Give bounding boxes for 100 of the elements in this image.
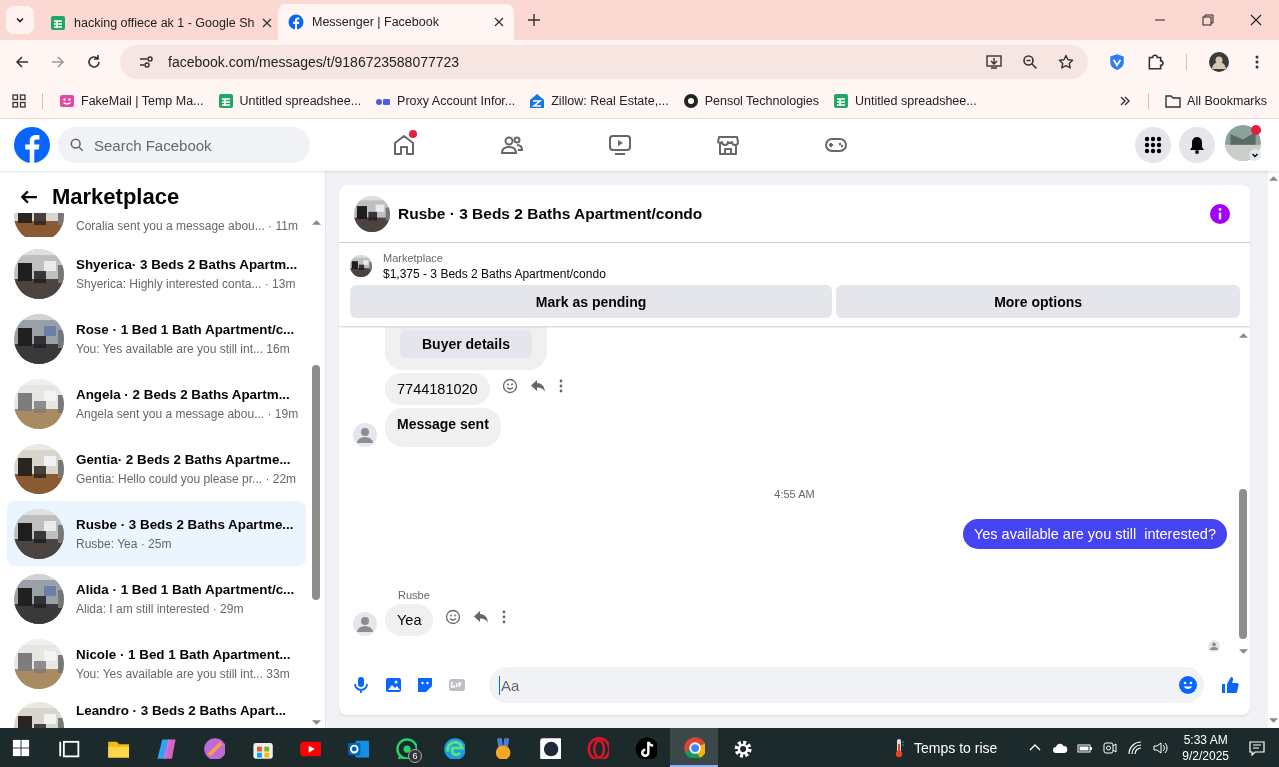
reply-icon[interactable]: [529, 377, 546, 394]
bookmark-label: FakeMail | Temp Ma...: [81, 94, 204, 108]
clock[interactable]: 5:33 AM 9/2/2025: [1182, 731, 1229, 764]
scrollbar-thumb[interactable]: [1239, 489, 1247, 639]
image-icon[interactable]: [383, 675, 403, 695]
bookmark[interactable]: Pensol Technologies: [682, 93, 820, 109]
back-icon[interactable]: [14, 54, 30, 70]
wifi-icon[interactable]: [1127, 739, 1144, 756]
more-icon[interactable]: [557, 377, 564, 394]
bookmark[interactable]: Proxy Account Infor...: [375, 93, 516, 109]
all-bookmarks-button[interactable]: All Bookmarks: [1165, 93, 1267, 109]
back-icon[interactable]: [20, 188, 38, 206]
start-icon[interactable]: [12, 738, 30, 757]
conversation-item[interactable]: Angela · 2 Beds 2 Baths Apartm... Angela sent you a message abou... · 19m: [7, 371, 306, 436]
new-tab-icon[interactable]: [528, 14, 540, 26]
bookmark-label: Untitled spreadshee...: [855, 94, 977, 108]
taskbar-app[interactable]: 6: [382, 728, 430, 767]
page-scrollbar[interactable]: [1268, 171, 1279, 728]
browser-tab[interactable]: Messenger | Facebook: [278, 4, 514, 40]
bookmark[interactable]: Zillow: Real Estate,...: [529, 93, 669, 109]
bookmark-label: Untitled spreadshee...: [239, 94, 362, 108]
bookmark-label: Pensol Technologies: [704, 94, 820, 108]
weather-widget[interactable]: Temps to rise: [894, 737, 998, 758]
conversation-title: Rose · 1 Bed 1 Bath Apartment/c...: [76, 320, 295, 338]
conversation-title: Rusbe · 3 Beds 2 Baths Apartme...: [76, 515, 294, 533]
scroll-up-icon[interactable]: [1238, 332, 1248, 338]
emoji-icon[interactable]: [501, 377, 518, 394]
house-icon: [529, 93, 546, 109]
caret-icon[interactable]: [1249, 149, 1261, 161]
scroll-down-icon[interactable]: [1269, 718, 1278, 724]
message-field[interactable]: Aa: [489, 667, 1204, 703]
facebook-logo[interactable]: [14, 127, 50, 163]
conversation-item[interactable]: Alida · 1 Bed 1 Bath Apartment/c... Alida: I am still interested · 29m: [7, 566, 306, 631]
conversation-item[interactable]: Shyerica· 3 Beds 2 Baths Apartm... Shyerica: Highly interested conta... · 13m: [7, 241, 306, 306]
ring-icon: [587, 736, 609, 759]
message-input[interactable]: Aa: [499, 675, 1178, 695]
bookmark[interactable]: Untitled spreadshee...: [217, 93, 362, 109]
conversation-title: Gentia· 2 Beds 2 Baths Apartme...: [76, 450, 292, 468]
camera-icon[interactable]: [1102, 739, 1119, 756]
shield-icon[interactable]: [1108, 53, 1126, 71]
conversation-item[interactable]: Rose · 1 Bed 1 Bath Apartment/c... You: Yes available are you still int... 16m: [7, 306, 306, 371]
bookmark-star-icon[interactable]: [1058, 54, 1074, 70]
close-icon[interactable]: [1250, 14, 1262, 26]
close-icon[interactable]: [262, 18, 273, 28]
browser-icon: [443, 736, 465, 759]
shop-icon[interactable]: [716, 133, 740, 157]
zoom-icon[interactable]: [1022, 54, 1038, 70]
conversation-title: Nicole · 1 Bed 1 Bath Apartment...: [76, 645, 291, 663]
install-icon[interactable]: [986, 54, 1002, 70]
reply-icon[interactable]: [473, 608, 490, 625]
notifications-button[interactable]: [1179, 127, 1215, 163]
menu-button[interactable]: [1135, 127, 1171, 163]
music-note-icon: [635, 736, 657, 759]
speaker-icon[interactable]: [1152, 739, 1169, 756]
facebook-icon: [288, 14, 304, 30]
conversation-title: Leandro · 3 Beds 2 Baths Apart...: [76, 702, 287, 719]
forward-icon[interactable]: [50, 54, 66, 70]
emoji-icon[interactable]: [1178, 675, 1198, 695]
conversation-item[interactable]: Coralia sent you a message abou... · 11m: [7, 213, 306, 237]
conversation-preview: Gentia: Hello could you please pr... · 22m: [76, 471, 297, 487]
restore-icon[interactable]: [1202, 14, 1214, 26]
info-icon[interactable]: [1210, 203, 1230, 224]
reload-icon[interactable]: [86, 54, 102, 70]
site-settings-icon[interactable]: [138, 54, 154, 70]
action-button[interactable]: Mark as pending: [350, 285, 833, 318]
scrollbar-thumb[interactable]: [312, 365, 320, 600]
home-icon[interactable]: [392, 133, 416, 157]
scroll-up-icon[interactable]: [1269, 175, 1278, 181]
more-icon[interactable]: [501, 608, 508, 625]
scroll-down-icon[interactable]: [311, 720, 321, 726]
emoji-icon[interactable]: [445, 608, 462, 625]
scroll-down-icon[interactable]: [1238, 649, 1248, 655]
scroll-up-icon[interactable]: [311, 219, 321, 225]
conversation-preview: You: Yes available are you still int... 16m: [76, 341, 291, 357]
notification-center-icon[interactable]: [1249, 739, 1265, 756]
close-icon[interactable]: [494, 17, 504, 27]
grid-icon: [1144, 136, 1162, 154]
profile-avatar[interactable]: [1209, 52, 1229, 72]
apps-grid-icon[interactable]: [12, 94, 26, 108]
search-input[interactable]: Search Facebook: [92, 135, 286, 155]
message-bubble: Yes available are you still interested?: [962, 519, 1227, 549]
address-bar[interactable]: facebook.com/messages/t/9186723588077723: [120, 45, 1088, 79]
extensions-icon[interactable]: [1146, 53, 1164, 71]
action-button[interactable]: More options: [836, 285, 1240, 318]
conversation-item[interactable]: Gentia· 2 Beds 2 Baths Apartme... Gentia: Hello could you please pr... · 22m: [7, 436, 306, 501]
microphone-icon[interactable]: [351, 675, 371, 695]
bookmark[interactable]: FakeMail | Temp Ma...: [59, 93, 204, 109]
taskbar-app[interactable]: [670, 728, 718, 767]
search-field[interactable]: Search Facebook: [58, 127, 310, 163]
thumbs-up-icon[interactable]: [1220, 675, 1240, 695]
conversation-title: Alida · 1 Bed 1 Bath Apartment/c...: [76, 580, 295, 598]
sticker-icon[interactable]: [415, 675, 435, 695]
sender-name: Rusbe: [398, 589, 431, 601]
conversation-item[interactable]: Nicole · 1 Bed 1 Bath Apartment... You: Yes available are you still int... 33m: [7, 631, 306, 696]
bookmark[interactable]: Untitled spreadshee...: [833, 93, 977, 109]
conversation-item[interactable]: Rusbe · 3 Beds 2 Baths Apartme... Rusbe: Yea · 25m: [7, 501, 306, 566]
browser-tab[interactable]: hacking offiece ak 1 - Google Sh: [40, 6, 276, 40]
buyer-details-button[interactable]: Buyer details: [400, 330, 532, 358]
video-icon[interactable]: [608, 133, 632, 157]
conversation-preview: Coralia sent you a message abou... · 11m: [76, 219, 298, 234]
